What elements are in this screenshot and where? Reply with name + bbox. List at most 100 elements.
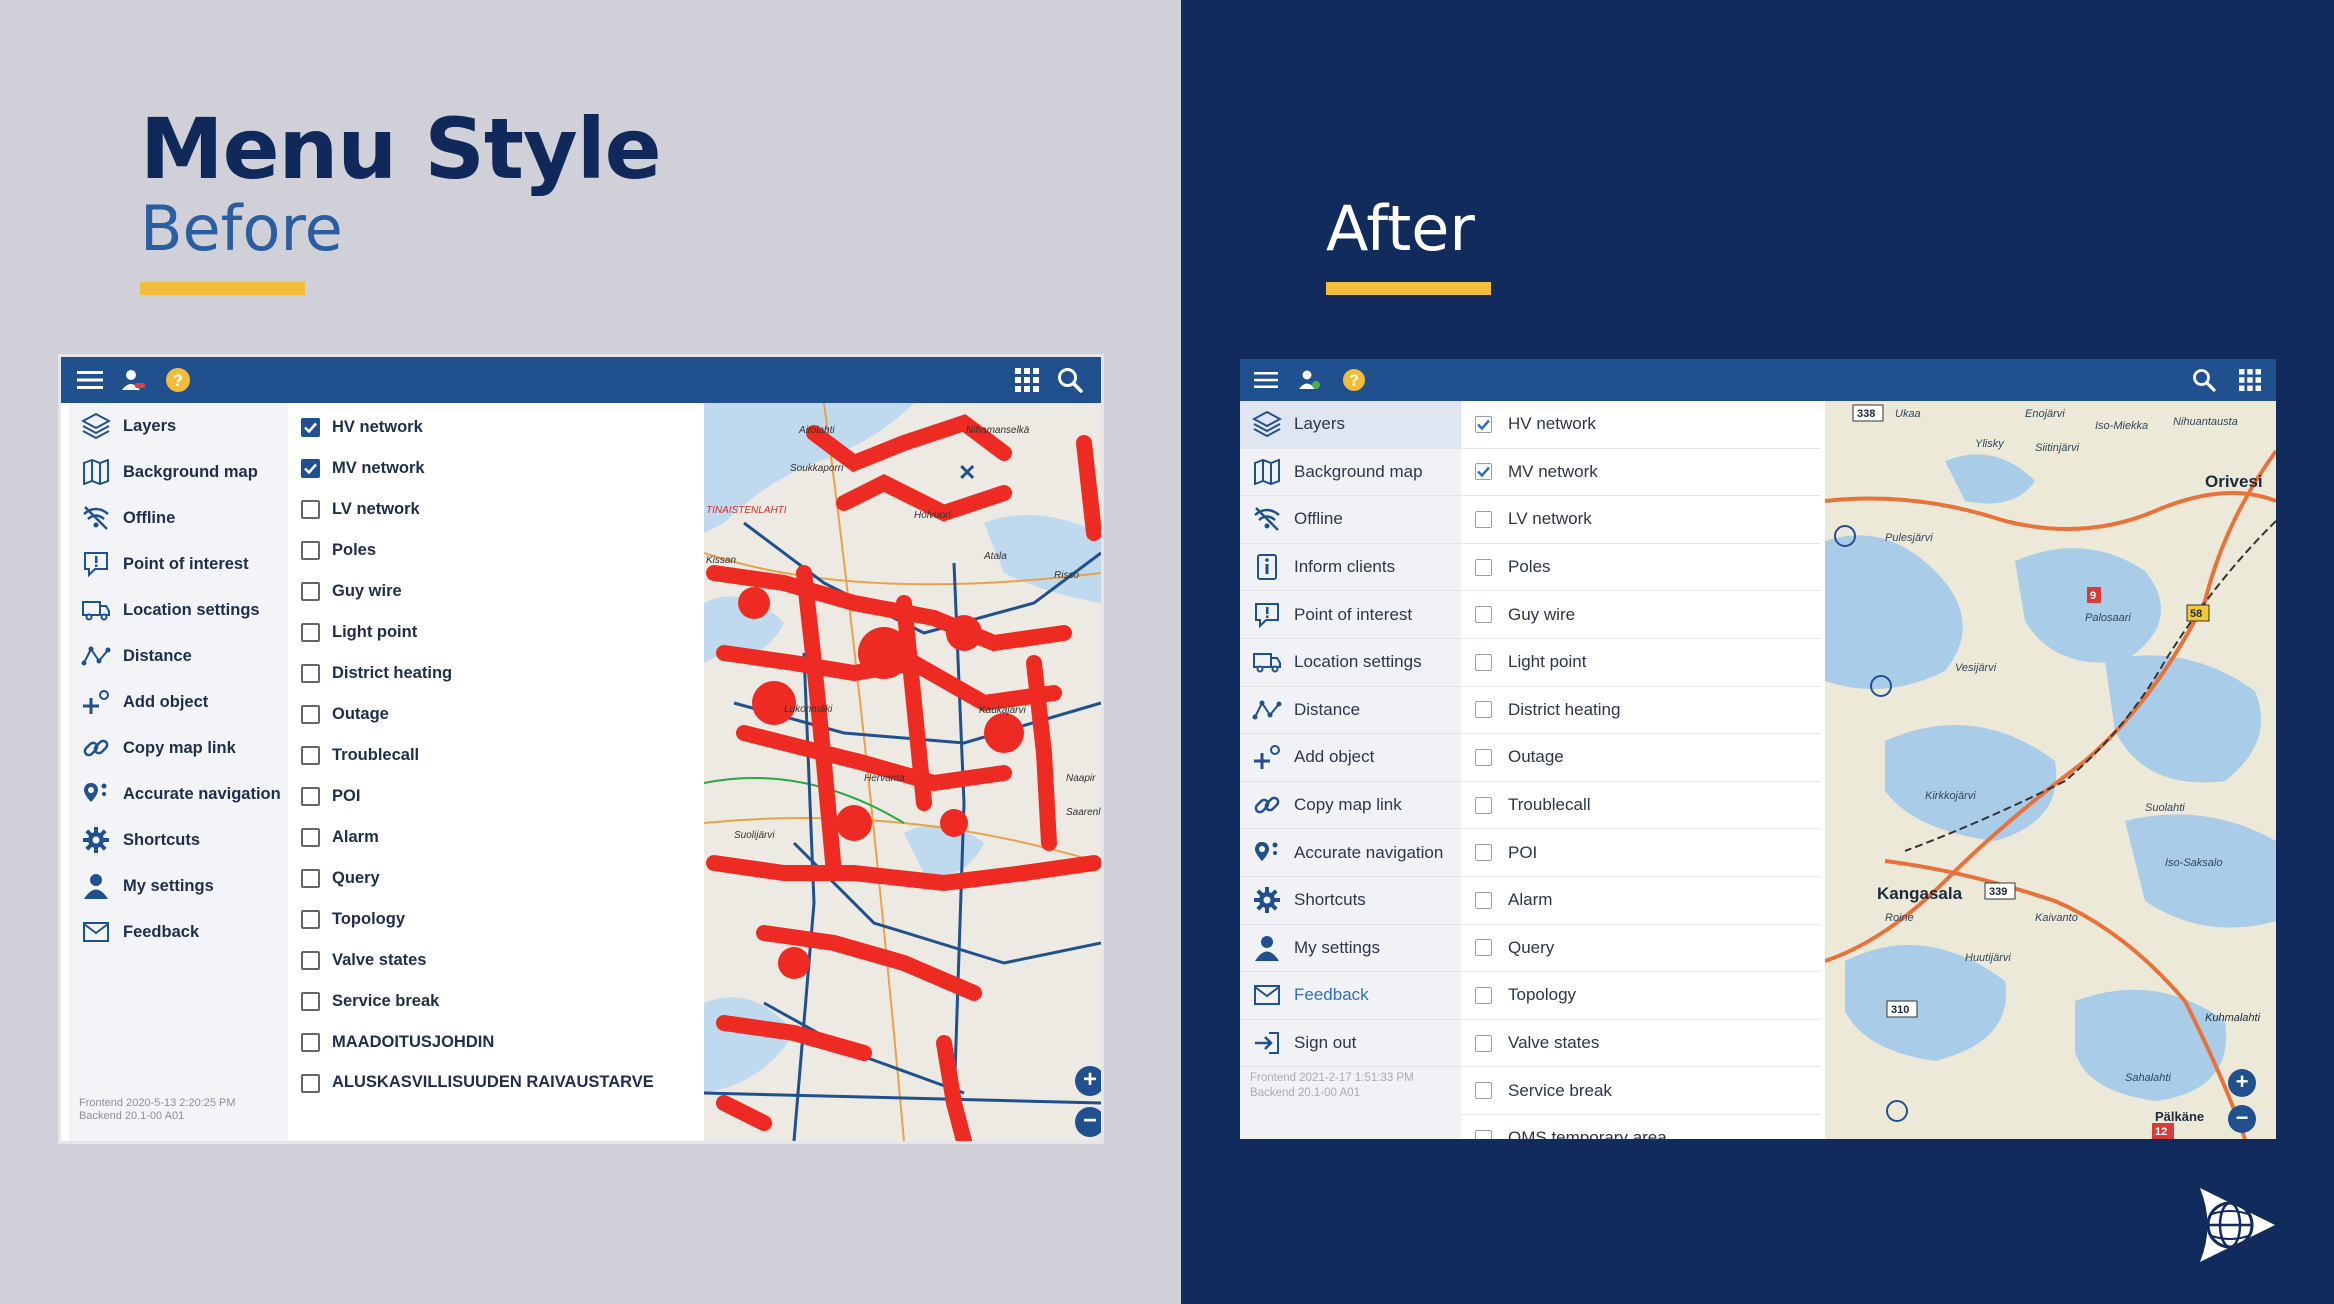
checkbox[interactable] (301, 623, 320, 642)
layer-hv-network[interactable]: HV network (1461, 401, 1820, 449)
layer-outage[interactable]: Outage (288, 705, 704, 746)
layer-poi[interactable]: POI (1461, 829, 1820, 877)
layer-valve-states[interactable]: Valve states (288, 951, 704, 992)
menu-item-accurate-navigation[interactable]: Accurate navigation (69, 771, 288, 817)
zoom-in-button[interactable]: + (1075, 1066, 1101, 1096)
layer-query[interactable]: Query (1461, 925, 1820, 973)
checkbox[interactable] (1475, 653, 1492, 671)
checkbox[interactable] (301, 459, 320, 478)
layer-lv-network[interactable]: LV network (1461, 496, 1820, 544)
menu-item-point-of-interest[interactable]: Point of interest (1240, 591, 1461, 639)
menu-item-distance[interactable]: Distance (69, 633, 288, 679)
apps-grid-icon[interactable] (2232, 362, 2268, 398)
menu-item-my-settings[interactable]: My settings (69, 863, 288, 909)
checkbox[interactable] (301, 951, 320, 970)
zoom-out-button[interactable]: − (2228, 1105, 2256, 1133)
layer-service-break[interactable]: Service break (288, 992, 704, 1033)
checkbox[interactable] (301, 1074, 320, 1093)
menu-item-layers[interactable]: Layers (1240, 401, 1461, 449)
help-icon[interactable]: ? (160, 362, 196, 398)
menu-item-offline[interactable]: Offline (69, 495, 288, 541)
menu-item-add-object[interactable]: Add object (69, 679, 288, 725)
menu-item-copy-map-link[interactable]: Copy map link (1240, 782, 1461, 830)
layer-poi[interactable]: POI (288, 787, 704, 828)
menu-item-background-map[interactable]: Background map (69, 449, 288, 495)
checkbox[interactable] (1475, 796, 1492, 814)
layer-guy-wire[interactable]: Guy wire (1461, 591, 1820, 639)
menu-item-distance[interactable]: Distance (1240, 687, 1461, 735)
hamburger-menu-icon[interactable] (1248, 362, 1284, 398)
layer-maadoitusjohdin[interactable]: MAADOITUSJOHDIN (288, 1033, 704, 1074)
layer-poles[interactable]: Poles (288, 541, 704, 582)
layer-district-heating[interactable]: District heating (288, 664, 704, 705)
checkbox[interactable] (1475, 844, 1492, 862)
search-icon[interactable] (2186, 362, 2222, 398)
menu-item-background-map[interactable]: Background map (1240, 449, 1461, 497)
map-view[interactable]: Ukaa Enojärvi Iso-Miekka Nihuantausta Yl… (1825, 401, 2276, 1139)
layer-topology[interactable]: Topology (288, 910, 704, 951)
checkbox[interactable] (1475, 891, 1492, 909)
layer-troublecall[interactable]: Troublecall (288, 746, 704, 787)
menu-item-layers[interactable]: Layers (69, 403, 288, 449)
user-location-icon[interactable] (116, 362, 152, 398)
user-location-icon[interactable] (1292, 362, 1328, 398)
checkbox[interactable] (301, 1033, 320, 1052)
menu-item-feedback[interactable]: Feedback (1240, 972, 1461, 1020)
checkbox[interactable] (301, 500, 320, 519)
checkbox[interactable] (1475, 1034, 1492, 1052)
menu-item-feedback[interactable]: Feedback (69, 909, 288, 955)
zoom-in-button[interactable]: + (2228, 1069, 2256, 1097)
checkbox[interactable] (301, 992, 320, 1011)
apps-grid-icon[interactable] (1009, 362, 1045, 398)
checkbox[interactable] (1475, 510, 1492, 528)
zoom-out-button[interactable]: − (1075, 1107, 1101, 1137)
checkbox[interactable] (301, 582, 320, 601)
layer-mv-network[interactable]: MV network (288, 459, 704, 500)
layer-service-break[interactable]: Service break (1461, 1067, 1820, 1115)
tools-icon[interactable]: ✕ (958, 460, 984, 486)
menu-item-add-object[interactable]: Add object (1240, 734, 1461, 782)
menu-item-point-of-interest[interactable]: Point of interest (69, 541, 288, 587)
menu-item-location-settings[interactable]: Location settings (1240, 639, 1461, 687)
layer-alarm[interactable]: Alarm (1461, 877, 1820, 925)
help-icon[interactable]: ? (1336, 362, 1372, 398)
menu-item-copy-map-link[interactable]: Copy map link (69, 725, 288, 771)
checkbox[interactable] (1475, 939, 1492, 957)
map-view[interactable]: Aitolahti Nihamanselkä Soukkaporri TINAI… (704, 403, 1101, 1141)
checkbox[interactable] (1475, 701, 1492, 719)
menu-item-inform-clients[interactable]: Inform clients (1240, 544, 1461, 592)
layer-valve-states[interactable]: Valve states (1461, 1020, 1820, 1068)
menu-item-shortcuts[interactable]: Shortcuts (1240, 877, 1461, 925)
layer-hv-network[interactable]: HV network (288, 418, 704, 459)
layer-light-point[interactable]: Light point (288, 623, 704, 664)
checkbox[interactable] (301, 746, 320, 765)
checkbox[interactable] (301, 787, 320, 806)
checkbox[interactable] (1475, 606, 1492, 624)
checkbox[interactable] (301, 664, 320, 683)
menu-item-accurate-navigation[interactable]: Accurate navigation (1240, 829, 1461, 877)
layer-aluskasvillisuuden[interactable]: ALUSKASVILLISUUDEN RAIVAUSTARVE (288, 1073, 704, 1134)
checkbox[interactable] (301, 828, 320, 847)
checkbox[interactable] (1475, 463, 1492, 481)
checkbox[interactable] (301, 910, 320, 929)
layer-mv-network[interactable]: MV network (1461, 449, 1820, 497)
layer-district-heating[interactable]: District heating (1461, 687, 1820, 735)
layer-poles[interactable]: Poles (1461, 544, 1820, 592)
layer-alarm[interactable]: Alarm (288, 828, 704, 869)
checkbox[interactable] (1475, 1129, 1492, 1139)
checkbox[interactable] (1475, 748, 1492, 766)
checkbox[interactable] (301, 705, 320, 724)
search-icon[interactable] (1052, 362, 1088, 398)
checkbox[interactable] (1475, 1082, 1492, 1100)
checkbox[interactable] (1475, 558, 1492, 576)
checkbox[interactable] (1475, 986, 1492, 1004)
hamburger-menu-icon[interactable] (72, 362, 108, 398)
layer-light-point[interactable]: Light point (1461, 639, 1820, 687)
layer-guy-wire[interactable]: Guy wire (288, 582, 704, 623)
layer-topology[interactable]: Topology (1461, 972, 1820, 1020)
layer-troublecall[interactable]: Troublecall (1461, 782, 1820, 830)
layer-oms-temporary-area[interactable]: OMS temporary area (1461, 1115, 1820, 1139)
checkbox[interactable] (301, 418, 320, 437)
menu-item-sign-out[interactable]: Sign out (1240, 1020, 1461, 1068)
checkbox[interactable] (301, 541, 320, 560)
